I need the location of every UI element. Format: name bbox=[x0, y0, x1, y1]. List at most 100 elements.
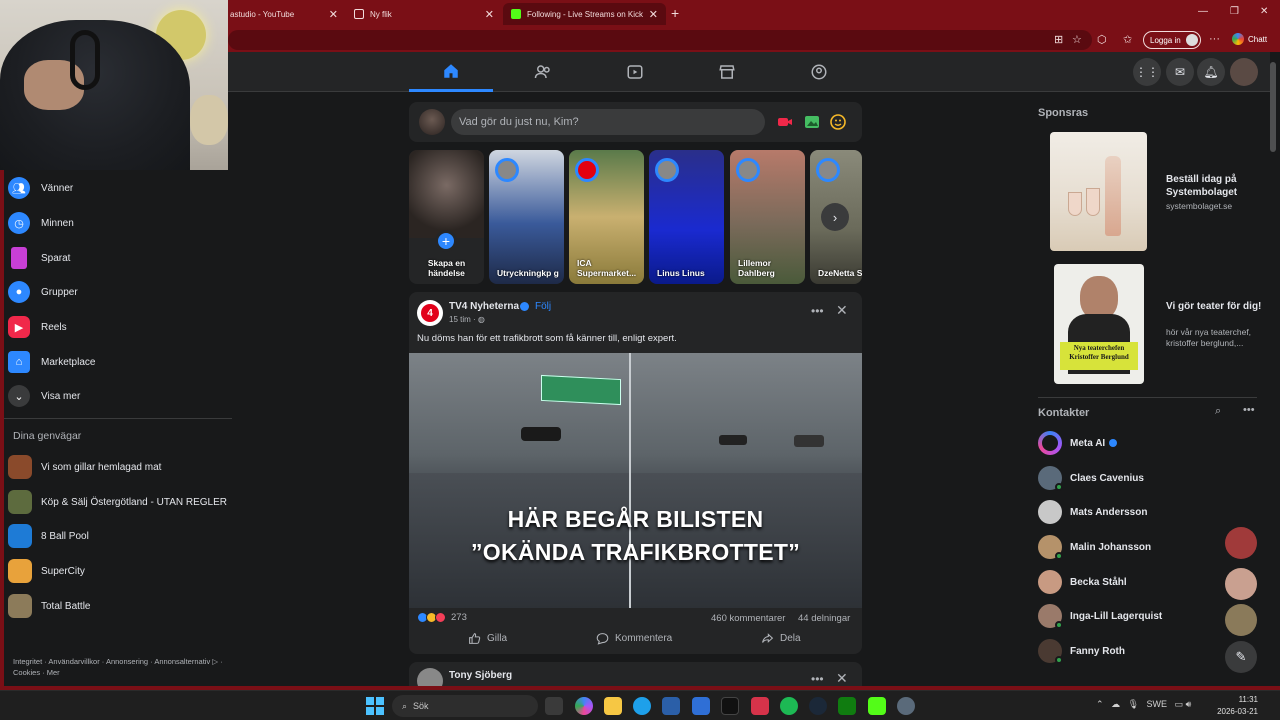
like-button[interactable]: Gilla bbox=[468, 632, 507, 645]
cloud-icon[interactable]: ☁ bbox=[1111, 699, 1120, 709]
login-button[interactable]: Logga in bbox=[1143, 31, 1201, 49]
messenger-icon[interactable]: ✉ bbox=[1166, 58, 1194, 86]
comment-button[interactable]: Kommentera bbox=[596, 632, 672, 645]
outlook-icon[interactable] bbox=[692, 697, 710, 715]
sidebar-item-memories[interactable]: ◷ Minnen bbox=[8, 208, 228, 238]
close-tab-icon[interactable]: ✕ bbox=[329, 8, 338, 21]
taskbar-clock[interactable]: 11:31 2026-03-21 bbox=[1214, 694, 1258, 718]
contact-item[interactable]: Claes Cavenius bbox=[1038, 464, 1144, 492]
user-avatar[interactable] bbox=[419, 109, 445, 135]
minimize-icon[interactable]: — bbox=[1198, 6, 1208, 17]
store-icon[interactable] bbox=[662, 697, 680, 715]
more-options-icon[interactable]: ••• bbox=[811, 304, 824, 318]
taskbar-search[interactable]: ⌕ Sök bbox=[392, 695, 538, 717]
windows-start-icon[interactable] bbox=[366, 697, 384, 715]
sidebar-item-marketplace[interactable]: ⌂ Marketplace bbox=[8, 347, 228, 377]
post-timestamp[interactable]: 15 tim · ◍ bbox=[449, 315, 485, 324]
contact-item[interactable]: Inga-Lill Lagerquist bbox=[1038, 602, 1162, 630]
shortcut-item[interactable]: 8 Ball Pool bbox=[8, 521, 228, 551]
new-message-button[interactable]: ✎ bbox=[1225, 641, 1257, 673]
sidebar-item-friends[interactable]: 👥︎ Vänner bbox=[8, 173, 228, 203]
tab-friends[interactable] bbox=[501, 52, 585, 92]
ad-subtitle[interactable]: hör vår nya teaterchef, kristoffer bergl… bbox=[1166, 327, 1276, 349]
tab-home[interactable] bbox=[409, 52, 493, 92]
favorites-icon[interactable]: ✩ bbox=[1123, 33, 1132, 46]
shortcut-item[interactable]: Total Battle bbox=[8, 591, 228, 621]
story-card[interactable]: ICA Supermarket... bbox=[569, 150, 644, 284]
contact-item[interactable]: Fanny Roth bbox=[1038, 637, 1125, 665]
close-icon[interactable]: ✕ bbox=[836, 670, 848, 687]
app-icon[interactable] bbox=[751, 697, 769, 715]
network-icon[interactable]: ▭ bbox=[1175, 699, 1184, 709]
photo-icon[interactable] bbox=[804, 114, 820, 130]
tiktok-icon[interactable] bbox=[721, 697, 739, 715]
edge-icon[interactable] bbox=[633, 697, 651, 715]
reaction-summary[interactable]: 273 bbox=[417, 612, 467, 623]
file-explorer-icon[interactable] bbox=[604, 697, 622, 715]
steam-icon[interactable] bbox=[809, 697, 827, 715]
copilot-chat-button[interactable]: Chatt bbox=[1232, 33, 1267, 45]
tab-youtube[interactable]: astudio - YouTube ✕ bbox=[222, 3, 346, 25]
sidebar-item-show-more[interactable]: ⌄ Visa mer bbox=[8, 381, 228, 411]
page-scrollbar[interactable] bbox=[1270, 52, 1276, 682]
kick-icon[interactable] bbox=[868, 697, 886, 715]
task-view-icon[interactable] bbox=[545, 697, 563, 715]
post-author[interactable]: Tony Sjöberg bbox=[449, 670, 512, 681]
story-card[interactable]: Lillemor Dahlberg bbox=[730, 150, 805, 284]
xbox-icon[interactable] bbox=[838, 697, 856, 715]
spotify-icon[interactable] bbox=[780, 697, 798, 715]
story-card[interactable]: Utryckningkp g bbox=[489, 150, 564, 284]
more-options-icon[interactable]: ··· bbox=[1209, 33, 1220, 45]
contact-item[interactable]: Malin Johansson bbox=[1038, 533, 1151, 561]
comment-count[interactable]: 460 kommentarer bbox=[711, 613, 785, 624]
contact-item[interactable]: Becka Ståhl bbox=[1038, 568, 1127, 596]
chat-head-avatar[interactable] bbox=[1225, 527, 1257, 559]
footer-links[interactable]: Integritet · Användarvillkor · Annonseri… bbox=[13, 656, 223, 678]
ad-title[interactable]: Beställ idag på Systembolaget bbox=[1166, 173, 1266, 199]
close-tab-icon[interactable]: ✕ bbox=[649, 8, 658, 21]
close-icon[interactable]: ✕ bbox=[836, 302, 848, 319]
composer-input[interactable]: Vad gör du just nu, Kim? bbox=[451, 109, 765, 135]
page-avatar[interactable]: 4 bbox=[417, 300, 443, 326]
chevron-up-icon[interactable]: ⌃ bbox=[1096, 699, 1104, 709]
shortcut-item[interactable]: Vi som gillar hemlagad mat bbox=[8, 452, 228, 482]
new-tab-button[interactable]: + bbox=[671, 5, 679, 21]
shortcut-item[interactable]: Köp & Sälj Östergötland - UTAN REGLER bbox=[8, 487, 228, 517]
profile-avatar[interactable] bbox=[1230, 58, 1258, 86]
close-tab-icon[interactable]: ✕ bbox=[485, 8, 494, 21]
more-options-icon[interactable]: ••• bbox=[811, 672, 824, 686]
settings-icon[interactable] bbox=[897, 697, 915, 715]
ad-image-theater[interactable]: Nya teaterchefen Kristoffer Berglund bbox=[1054, 264, 1144, 384]
tab-video[interactable] bbox=[593, 52, 677, 92]
feeling-icon[interactable] bbox=[830, 114, 846, 130]
url-input[interactable] bbox=[228, 30, 1092, 50]
chat-head-avatar[interactable] bbox=[1225, 604, 1257, 636]
share-count[interactable]: 44 delningar bbox=[798, 613, 850, 624]
volume-icon[interactable]: 🔊︎ bbox=[1186, 699, 1192, 709]
tab-new[interactable]: Ny flik ✕ bbox=[346, 3, 502, 25]
sidebar-item-reels[interactable]: ▶ Reels bbox=[8, 312, 228, 342]
menu-grid-icon[interactable]: ⋮⋮ bbox=[1133, 58, 1161, 86]
more-options-icon[interactable]: ••• bbox=[1243, 404, 1255, 416]
contact-item[interactable]: Meta AI bbox=[1038, 429, 1118, 457]
maximize-icon[interactable]: ❐ bbox=[1230, 6, 1239, 17]
close-window-icon[interactable]: ✕ bbox=[1260, 6, 1268, 17]
contact-item[interactable]: Mats Andersson bbox=[1038, 498, 1147, 526]
follow-link[interactable]: Följ bbox=[535, 301, 551, 312]
notifications-icon[interactable]: 🔔︎ bbox=[1197, 58, 1225, 86]
stories-next-button[interactable]: › bbox=[821, 203, 849, 231]
story-card[interactable]: Linus Linus bbox=[649, 150, 724, 284]
apps-icon[interactable]: ⊞ bbox=[1054, 33, 1063, 46]
post-video[interactable]: HÄR BEGÅR BILISTEN ”OKÄNDA TRAFIKBROTTET… bbox=[409, 353, 862, 608]
tab-marketplace[interactable] bbox=[685, 52, 769, 92]
microphone-icon[interactable]: 🎙︎ bbox=[1128, 699, 1139, 709]
favorite-star-icon[interactable]: ☆ bbox=[1072, 33, 1082, 46]
copilot-icon[interactable] bbox=[575, 697, 593, 715]
ad-image-wine[interactable] bbox=[1050, 132, 1147, 251]
sidebar-item-saved[interactable]: Sparat bbox=[8, 243, 228, 273]
chat-head-avatar[interactable] bbox=[1225, 568, 1257, 600]
system-tray[interactable]: ⌃ ☁ 🎙︎ SWE ▭ 🔊︎ bbox=[1096, 699, 1191, 710]
sidebar-item-groups[interactable]: ● Grupper bbox=[8, 277, 228, 307]
tab-kick[interactable]: Following - Live Streams on Kick ✕ bbox=[503, 3, 666, 25]
search-icon[interactable]: ⌕ bbox=[1215, 405, 1221, 418]
